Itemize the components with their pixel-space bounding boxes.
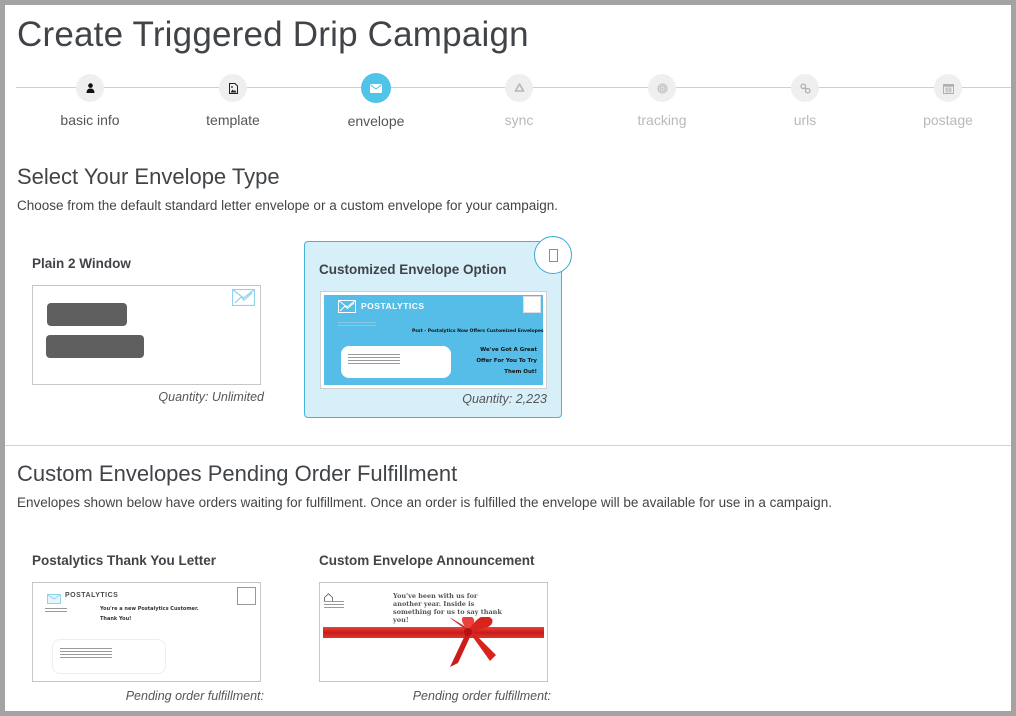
pending-envelopes-heading: Custom Envelopes Pending Order Fulfillme… <box>17 461 458 486</box>
page: Create Triggered Drip Campaign basic inf… <box>5 5 1011 711</box>
envelope-option-title: Customized Envelope Option <box>319 262 507 277</box>
user-icon <box>86 83 95 93</box>
thank-you-envelope-preview: POSTALYTICS You're a new Postalytics Cus… <box>32 582 261 682</box>
logo-icon <box>338 300 356 318</box>
image-file-icon <box>228 82 238 94</box>
step-postage[interactable]: postage <box>888 72 1008 128</box>
campaign-stepper: basic info template envelope sync tracki… <box>16 72 1011 142</box>
step-envelope[interactable]: envelope <box>316 72 436 129</box>
envelope-quantity: Quantity: Unlimited <box>158 390 264 404</box>
selected-check-badge[interactable] <box>534 236 572 274</box>
offer-line-2: Offer For You To Try <box>476 358 537 364</box>
step-label: urls <box>793 112 817 128</box>
envelope-option-plain-2-window[interactable]: Plain 2 Window Quantity: Unlimited <box>32 253 264 408</box>
checkbox-icon <box>548 248 558 262</box>
pending-envelopes-description: Envelopes shown below have orders waitin… <box>17 495 832 510</box>
postage-stamp-box <box>523 296 541 313</box>
address-window <box>341 346 451 378</box>
step-label: envelope <box>347 113 405 129</box>
postage-stamp-box <box>237 587 256 605</box>
pending-envelope-title: Custom Envelope Announcement <box>319 553 535 568</box>
envelope-option-title: Plain 2 Window <box>32 256 131 271</box>
step-template[interactable]: template <box>173 72 293 128</box>
step-basic-info[interactable]: basic info <box>30 72 150 128</box>
page-title: Create Triggered Drip Campaign <box>17 15 529 54</box>
plain-envelope-preview <box>32 285 261 385</box>
pending-envelope-announcement: Custom Envelope Announcement You've been… <box>319 550 551 710</box>
envelope-message-line-1: You're a new Postalytics Customer. <box>100 606 199 612</box>
address-window <box>52 639 166 674</box>
select-envelope-heading: Select Your Envelope Type <box>17 164 280 189</box>
pending-status: Pending order fulfillment: <box>125 689 264 703</box>
pending-status: Pending order fulfillment: <box>412 689 551 703</box>
envelope-icon <box>370 83 382 93</box>
address-window-top <box>47 303 127 326</box>
step-label: tracking <box>637 112 687 128</box>
pending-envelope-thank-you-letter: Postalytics Thank You Letter POSTALYTICS… <box>32 550 264 710</box>
envelope-option-customized[interactable]: Customized Envelope Option POSTALYTICS P… <box>304 236 572 418</box>
envelope-quantity: Quantity: 2,223 <box>462 392 547 406</box>
calendar-icon <box>942 83 954 94</box>
brand-logo: POSTALYTICS <box>65 592 119 599</box>
custom-envelope-preview: POSTALYTICS Psst - Postalytics Now Offer… <box>320 291 547 389</box>
recycle-icon <box>514 82 525 94</box>
brand-logo: POSTALYTICS <box>361 301 425 311</box>
envelope-icon <box>231 288 256 311</box>
step-sync[interactable]: sync <box>459 72 579 128</box>
target-icon <box>657 83 668 94</box>
link-icon <box>799 82 811 94</box>
step-label: postage <box>923 112 973 128</box>
offer-line-1: We've Got A Great <box>480 347 537 353</box>
step-label: basic info <box>60 112 120 128</box>
section-divider <box>5 445 1011 446</box>
ribbon-bow-icon <box>320 615 547 681</box>
step-label: sync <box>504 112 534 128</box>
step-label: template <box>206 112 260 128</box>
pending-envelope-title: Postalytics Thank You Letter <box>32 553 217 568</box>
select-envelope-description: Choose from the default standard letter … <box>17 198 559 213</box>
announcement-envelope-preview: You've been with us for another year. In… <box>319 582 548 682</box>
address-window-bottom <box>46 335 144 358</box>
envelope-message-line-2: Thank You! <box>100 616 132 622</box>
step-tracking[interactable]: tracking <box>602 72 722 128</box>
step-urls[interactable]: urls <box>745 72 865 128</box>
envelope-headline: Psst - Postalytics Now Offers Customized… <box>412 329 544 334</box>
logo-icon <box>47 591 61 609</box>
offer-line-3: Them Out! <box>504 369 537 375</box>
